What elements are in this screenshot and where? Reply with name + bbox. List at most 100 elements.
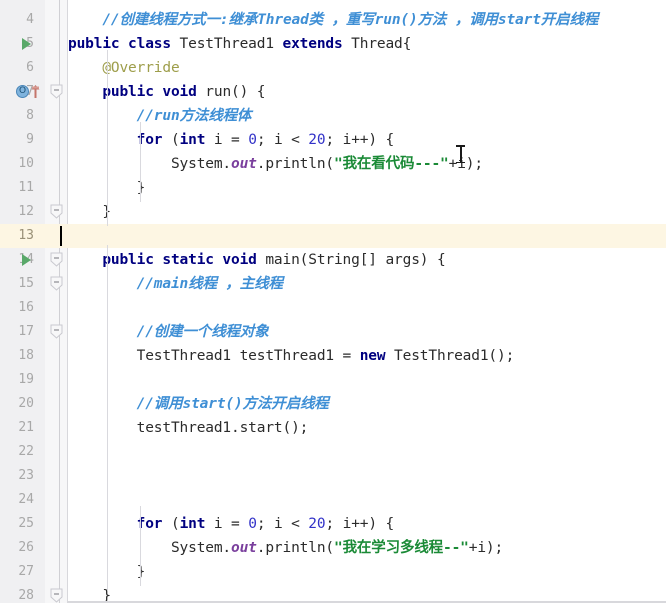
- code-text[interactable]: [68, 296, 666, 320]
- code-line[interactable]: 23: [0, 464, 666, 488]
- code-line[interactable]: 18 TestThread1 testThread1 = new TestThr…: [0, 344, 666, 368]
- line-number[interactable]: 4: [0, 8, 34, 32]
- code-text[interactable]: }: [68, 560, 666, 584]
- code-line[interactable]: 7 public void run() {: [0, 80, 666, 104]
- code-text[interactable]: public class TestThread1 extends Thread{: [68, 32, 666, 56]
- line-number[interactable]: 8: [0, 104, 34, 128]
- code-text[interactable]: //main线程 ，主线程: [68, 272, 666, 296]
- fold-toggle-icon[interactable]: [50, 588, 63, 603]
- code-text[interactable]: //创建线程方式一:继承Thread类 ，重写run()方法 ，调用start开…: [68, 8, 666, 32]
- code-line[interactable]: 12 }: [0, 200, 666, 224]
- line-number[interactable]: 12: [0, 200, 34, 224]
- code-line[interactable]: 6 @Override: [0, 56, 666, 80]
- code-text[interactable]: @Override: [68, 56, 666, 80]
- run-play-triangle-icon[interactable]: [22, 254, 31, 266]
- code-line[interactable]: 15 //main线程 ，主线程: [0, 272, 666, 296]
- code-line[interactable]: 24: [0, 488, 666, 512]
- code-text[interactable]: }: [68, 200, 666, 224]
- code-line[interactable]: 22: [0, 440, 666, 464]
- line-number[interactable]: 28: [0, 584, 34, 603]
- line-number[interactable]: 10: [0, 152, 34, 176]
- line-number[interactable]: 13: [0, 224, 34, 248]
- code-line[interactable]: 3: [0, 0, 666, 8]
- line-number[interactable]: 6: [0, 56, 34, 80]
- token-kw: int: [179, 516, 214, 532]
- code-line[interactable]: 5 public class TestThread1 extends Thread…: [0, 32, 666, 56]
- code-line[interactable]: 8 //run方法线程体: [0, 104, 666, 128]
- token-plain: testThread1.start();: [68, 420, 309, 436]
- fold-toggle-icon[interactable]: [50, 84, 63, 99]
- code-text[interactable]: //run方法线程体: [68, 104, 666, 128]
- token-plain: ; i <: [256, 132, 309, 148]
- line-number[interactable]: 22: [0, 440, 34, 464]
- token-kw: public void: [68, 84, 206, 100]
- line-number[interactable]: 16: [0, 296, 34, 320]
- code-line[interactable]: 13: [0, 224, 666, 248]
- fold-toggle-icon[interactable]: [50, 252, 63, 267]
- token-cmt: //创建一个线程对象: [68, 324, 269, 340]
- fold-toggle-icon[interactable]: [50, 324, 63, 339]
- code-line[interactable]: 14 public static void main(String[] args…: [0, 248, 666, 272]
- indent-guide: [107, 245, 108, 590]
- fold-toggle-icon[interactable]: [50, 276, 63, 291]
- indent-guide: [140, 122, 141, 202]
- run-play-triangle-icon[interactable]: [22, 38, 31, 50]
- token-stat: out: [231, 540, 257, 556]
- code-line[interactable]: 16: [0, 296, 666, 320]
- implements-up-arrow-icon[interactable]: [31, 84, 40, 98]
- line-number[interactable]: 18: [0, 344, 34, 368]
- code-text[interactable]: [68, 464, 666, 488]
- code-line[interactable]: 17 //创建一个线程对象: [0, 320, 666, 344]
- line-number[interactable]: 25: [0, 512, 34, 536]
- code-line[interactable]: 20 //调用start()方法开启线程: [0, 392, 666, 416]
- line-number[interactable]: 11: [0, 176, 34, 200]
- code-text[interactable]: }: [68, 176, 666, 200]
- line-number[interactable]: 21: [0, 416, 34, 440]
- code-text[interactable]: System.out.println("我在学习多线程--"+i);: [68, 536, 666, 560]
- code-text[interactable]: //调用start()方法开启线程: [68, 392, 666, 416]
- code-line[interactable]: 27 }: [0, 560, 666, 584]
- fold-toggle-icon[interactable]: [50, 204, 63, 219]
- code-line[interactable]: 21 testThread1.start();: [0, 416, 666, 440]
- override-circle-icon[interactable]: O: [16, 85, 29, 98]
- code-text[interactable]: [68, 0, 666, 8]
- code-text[interactable]: testThread1.start();: [68, 416, 666, 440]
- line-number[interactable]: 26: [0, 536, 34, 560]
- code-text[interactable]: System.out.println("我在看代码---"+i);: [68, 152, 666, 176]
- code-line[interactable]: 11 }: [0, 176, 666, 200]
- code-text[interactable]: public void run() {: [68, 80, 666, 104]
- token-plain: TestThread1();: [394, 348, 515, 364]
- code-line[interactable]: 26 System.out.println("我在学习多线程--"+i);: [0, 536, 666, 560]
- line-number[interactable]: 24: [0, 488, 34, 512]
- line-number[interactable]: 27: [0, 560, 34, 584]
- line-number[interactable]: 23: [0, 464, 34, 488]
- code-line[interactable]: 19: [0, 368, 666, 392]
- token-num: 0: [248, 132, 257, 148]
- token-plain: TestThread1 testThread1 =: [68, 348, 360, 364]
- line-number[interactable]: 15: [0, 272, 34, 296]
- code-text[interactable]: [68, 224, 666, 248]
- line-number[interactable]: 20: [0, 392, 34, 416]
- code-text[interactable]: public static void main(String[] args) {: [68, 248, 666, 272]
- code-text[interactable]: for (int i = 0; i < 20; i++) {: [68, 512, 666, 536]
- token-kw: new: [359, 348, 395, 364]
- code-line[interactable]: 9 for (int i = 0; i < 20; i++) {: [0, 128, 666, 152]
- token-num: 20: [308, 516, 326, 532]
- code-text[interactable]: //创建一个线程对象: [68, 320, 666, 344]
- line-number[interactable]: 17: [0, 320, 34, 344]
- code-text[interactable]: TestThread1 testThread1 = new TestThread…: [68, 344, 666, 368]
- code-line[interactable]: 25 for (int i = 0; i < 20; i++) {: [0, 512, 666, 536]
- code-line[interactable]: 4 //创建线程方式一:继承Thread类 ，重写run()方法 ，调用star…: [0, 8, 666, 32]
- code-line[interactable]: 10 System.out.println("我在看代码---"+i);: [0, 152, 666, 176]
- code-text[interactable]: [68, 488, 666, 512]
- token-stat: out: [231, 156, 257, 172]
- line-number[interactable]: 9: [0, 128, 34, 152]
- code-text[interactable]: for (int i = 0; i < 20; i++) {: [68, 128, 666, 152]
- code-text[interactable]: [68, 440, 666, 464]
- token-cmt: //run方法线程体: [68, 108, 252, 124]
- line-number[interactable]: 3: [0, 0, 34, 8]
- token-anno: @Override: [68, 60, 180, 76]
- code-editor-surface[interactable]: 34 //创建线程方式一:继承Thread类 ，重写run()方法 ，调用sta…: [0, 0, 666, 603]
- code-text[interactable]: [68, 368, 666, 392]
- line-number[interactable]: 19: [0, 368, 34, 392]
